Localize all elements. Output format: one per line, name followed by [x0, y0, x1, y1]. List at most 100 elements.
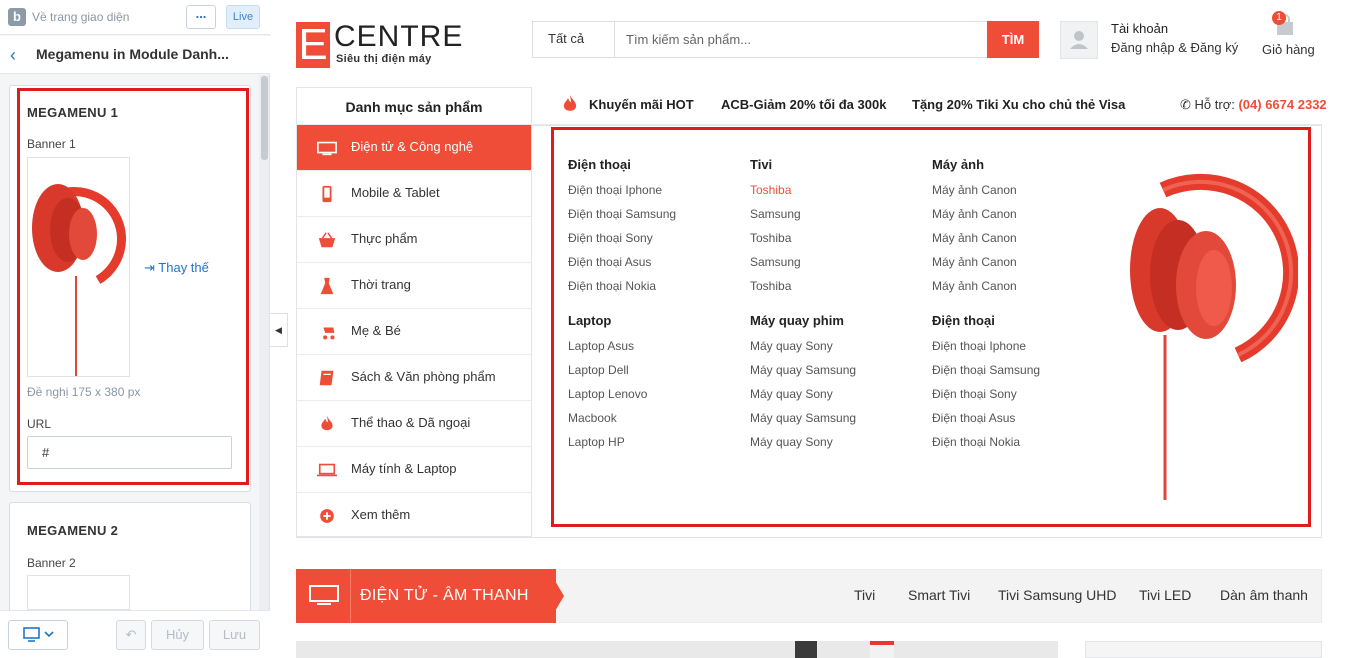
nav-link-hot[interactable]: Khuyến mãi HOT [589, 97, 694, 112]
category-item-electronics[interactable]: Điện tử & Công nghệ [297, 125, 531, 171]
mega-link-hover[interactable]: Toshiba [750, 183, 791, 197]
laptop-icon [317, 463, 337, 477]
section-sidebar [1085, 641, 1322, 658]
mega-group-title[interactable]: Máy ảnh [932, 157, 984, 172]
category-item-more[interactable]: Xem thêm [297, 493, 531, 539]
banner-1-thumbnail[interactable] [27, 157, 130, 377]
mega-link[interactable]: Máy ảnh Canon [932, 183, 1017, 197]
category-item-books[interactable]: Sách & Văn phòng phẩm [297, 355, 531, 401]
megamenu-2-title: MEGAMENU 2 [27, 523, 119, 538]
mega-link[interactable]: Laptop HP [568, 435, 625, 449]
mega-link[interactable]: Laptop Dell [568, 363, 629, 377]
section-link[interactable]: Smart Tivi [908, 587, 970, 603]
basket-icon [318, 232, 336, 248]
mega-link[interactable]: Máy ảnh Canon [932, 255, 1017, 269]
more-options-button[interactable]: ... [186, 5, 216, 29]
mega-group-title[interactable]: Tivi [750, 157, 772, 172]
live-button[interactable]: Live [226, 5, 260, 29]
section-title-arrow [548, 569, 564, 623]
section-link[interactable]: Dàn âm thanh [1220, 587, 1308, 603]
book-icon [319, 370, 334, 386]
mega-link[interactable]: Điện thoại Iphone [932, 339, 1026, 353]
mega-link[interactable]: Điện thoại Nokia [932, 435, 1020, 449]
cancel-button[interactable]: Hủy [151, 620, 204, 650]
collapse-panel-button[interactable]: ◀ [270, 313, 288, 347]
mega-link[interactable]: Toshiba [750, 231, 791, 245]
banner-1-label: Banner 1 [27, 137, 76, 151]
brand-logo-name[interactable]: CENTRE [334, 20, 463, 54]
mega-link[interactable]: Máy quay Samsung [750, 411, 856, 425]
mega-link[interactable]: Laptop Asus [568, 339, 634, 353]
banner-2-thumbnail[interactable] [27, 575, 130, 610]
brand-logo-letter[interactable]: E [296, 22, 330, 68]
mega-link[interactable]: Máy quay Sony [750, 387, 833, 401]
device-switch-button[interactable] [8, 620, 68, 650]
mega-link[interactable]: Máy ảnh Canon [932, 207, 1017, 221]
mega-link[interactable]: Samsung [750, 255, 801, 269]
mega-group-title[interactable]: Laptop [568, 313, 611, 328]
undo-button[interactable]: ↶ [116, 620, 146, 650]
mega-link[interactable]: Điện thoại Samsung [568, 207, 676, 221]
monitor-icon [309, 584, 339, 609]
mega-group-title[interactable]: Máy quay phim [750, 313, 844, 328]
category-item-fashion[interactable]: Thời trang [297, 263, 531, 309]
chevron-left-icon[interactable]: ‹ [10, 46, 16, 64]
banner-size-hint: Đề nghị 175 x 380 px [27, 385, 141, 399]
save-button[interactable]: Lưu [209, 620, 260, 650]
mega-link[interactable]: Điện thoại Asus [568, 255, 651, 269]
section-title[interactable]: ĐIỆN TỬ - ÂM THANH [360, 587, 529, 605]
category-item-laptop[interactable]: Máy tính & Laptop [297, 447, 531, 493]
category-item-baby[interactable]: Mẹ & Bé [297, 309, 531, 355]
section-link[interactable]: Tivi LED [1139, 587, 1191, 603]
nav-link-tiki[interactable]: Tặng 20% Tiki Xu cho chủ thẻ Visa [912, 97, 1125, 112]
cart-label[interactable]: Giỏ hàng [1262, 42, 1315, 57]
flame-icon [321, 415, 333, 431]
mega-link[interactable]: Điện thoại Nokia [568, 279, 656, 293]
undo-icon: ↶ [125, 627, 137, 642]
search-category-select[interactable]: Tất cả [532, 21, 615, 58]
mega-link[interactable]: Điện thoại Sony [932, 387, 1017, 401]
support-phone[interactable]: (04) 6674 2332 [1238, 97, 1326, 112]
section-divider [350, 569, 351, 623]
builder-logo-icon[interactable]: b [8, 8, 26, 26]
section-banner[interactable] [296, 641, 1058, 658]
mega-link[interactable]: Điện thoại Asus [932, 411, 1015, 425]
mega-link[interactable]: Điện thoại Iphone [568, 183, 662, 197]
section-link[interactable]: Tivi Samsung UHD [998, 587, 1117, 603]
mega-link[interactable]: Máy quay Sony [750, 339, 833, 353]
editor-scroll-thumb[interactable] [261, 76, 268, 160]
account-login-link[interactable]: Đăng nhập & Đăng ký [1111, 40, 1238, 55]
mega-link[interactable]: Máy ảnh Canon [932, 231, 1017, 245]
mega-link[interactable]: Điện thoại Samsung [932, 363, 1040, 377]
mega-group-title[interactable]: Điện thoại [568, 157, 631, 172]
megamenu-1-title: MEGAMENU 1 [27, 105, 119, 120]
headphones-image [1130, 173, 1300, 500]
search-button[interactable]: TÌM [987, 21, 1039, 58]
section-link[interactable]: Tivi [854, 587, 875, 603]
category-item-sports[interactable]: Thể thao & Dã ngoại [297, 401, 531, 447]
mega-link[interactable]: Máy ảnh Canon [932, 279, 1017, 293]
megamenu-banner-image[interactable] [1118, 170, 1300, 505]
user-avatar-icon[interactable] [1060, 21, 1098, 59]
mega-link[interactable]: Máy quay Sony [750, 435, 833, 449]
category-item-mobile[interactable]: Mobile & Tablet [297, 171, 531, 217]
search-input[interactable]: Tìm kiếm sản phẩm... [614, 21, 988, 58]
phone-icon: ✆ [1180, 97, 1191, 112]
mega-link[interactable]: Laptop Lenovo [568, 387, 647, 401]
mega-link[interactable]: Toshiba [750, 279, 791, 293]
replace-image-button[interactable]: ⇥ Thay thế [144, 260, 209, 276]
category-item-food[interactable]: Thực phẩm [297, 217, 531, 263]
url-input[interactable]: # [27, 436, 232, 469]
category-list: Điện tử & Công nghệ Mobile & Tablet Thực… [296, 125, 532, 537]
product-image [870, 641, 894, 658]
mega-group-title[interactable]: Điện thoại [932, 313, 995, 328]
mega-link[interactable]: Máy quay Samsung [750, 363, 856, 377]
mega-link[interactable]: Điện thoại Sony [568, 231, 653, 245]
account-title[interactable]: Tài khoản [1111, 21, 1168, 36]
mega-link[interactable]: Samsung [750, 207, 801, 221]
cart-count-badge: 1 [1272, 11, 1286, 25]
nav-link-acb[interactable]: ACB-Giảm 20% tối đa 300k [721, 97, 886, 112]
back-to-theme-link[interactable]: Về trang giao diện [32, 10, 129, 24]
mega-link[interactable]: Macbook [568, 411, 617, 425]
category-heading[interactable]: Danh mục sản phẩm [296, 87, 532, 125]
